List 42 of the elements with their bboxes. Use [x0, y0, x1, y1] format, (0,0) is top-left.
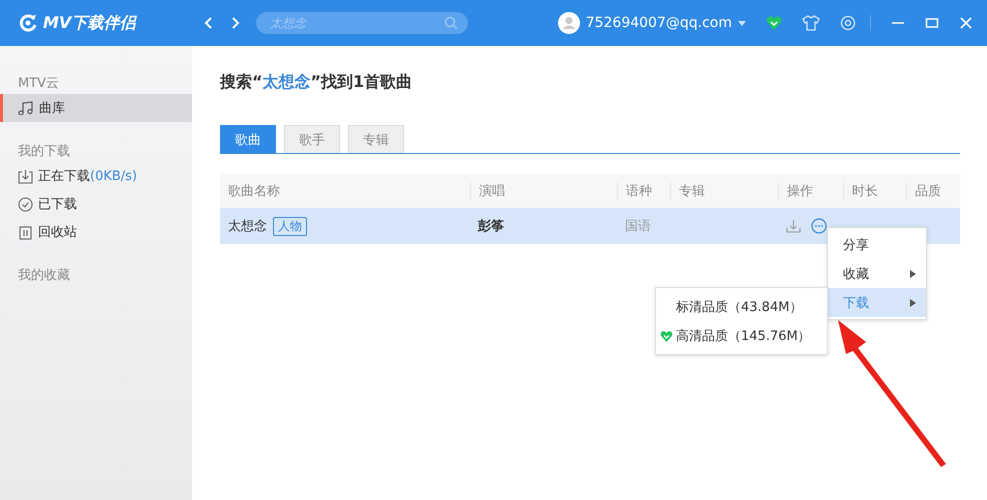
app-title: MV下载伴侣 [43, 12, 136, 34]
shirt-icon[interactable] [802, 15, 820, 31]
back-icon[interactable] [204, 16, 214, 30]
column-header: 演唱 [470, 182, 617, 200]
result-heading: 搜索“太想念”找到1首歌曲 [220, 72, 414, 93]
table-cell-text: 彭筝 [476, 218, 505, 235]
music-note-icon [18, 101, 34, 115]
column-header: 语种 [617, 182, 670, 200]
logo-icon [18, 13, 38, 33]
more-icon[interactable] [811, 218, 827, 234]
search-field[interactable]: 太想念 [256, 12, 468, 34]
sidebar-item[interactable]: 回收站 [0, 218, 192, 246]
tab[interactable]: 歌曲 [220, 125, 276, 153]
download-icon [18, 168, 33, 184]
column-header: 品质 [906, 182, 960, 200]
maximize-icon[interactable] [925, 16, 939, 30]
column-header: 操作 [778, 182, 843, 200]
download-icon[interactable] [786, 219, 801, 233]
vip-heart-icon[interactable] [766, 15, 782, 31]
tag: 人物 [273, 216, 307, 236]
column-header: 歌曲名称 [227, 183, 281, 200]
account-menu[interactable]: 752694007@qq.com [586, 15, 746, 31]
column-header: 专辑 [670, 182, 778, 200]
settings-icon[interactable] [840, 15, 856, 31]
menu-item[interactable]: 高清品质（145.76M） [656, 321, 827, 350]
section-heading: 我的收藏 [17, 267, 71, 285]
sidebar-item[interactable]: 正在下载(0KB/s) [0, 162, 192, 190]
section-heading: MTV云 [17, 75, 60, 93]
song-title: 太想念 [228, 218, 267, 235]
close-icon[interactable] [959, 16, 973, 30]
avatar-icon[interactable] [558, 12, 580, 34]
column-header: 时长 [843, 182, 906, 200]
trash-icon [18, 224, 33, 240]
section-heading: 我的下载 [17, 143, 71, 161]
check-circle-icon [18, 196, 33, 212]
caret-icon [738, 20, 746, 26]
sidebar-item[interactable]: 已下载 [0, 190, 192, 218]
forward-icon[interactable] [230, 16, 240, 30]
sidebar-item[interactable]: 曲库 [0, 94, 192, 122]
menu-item[interactable]: 收藏 [828, 259, 926, 288]
menu-item[interactable]: 标清品质（43.84M） [656, 292, 827, 321]
table-cell-text: 国语 [624, 218, 652, 235]
